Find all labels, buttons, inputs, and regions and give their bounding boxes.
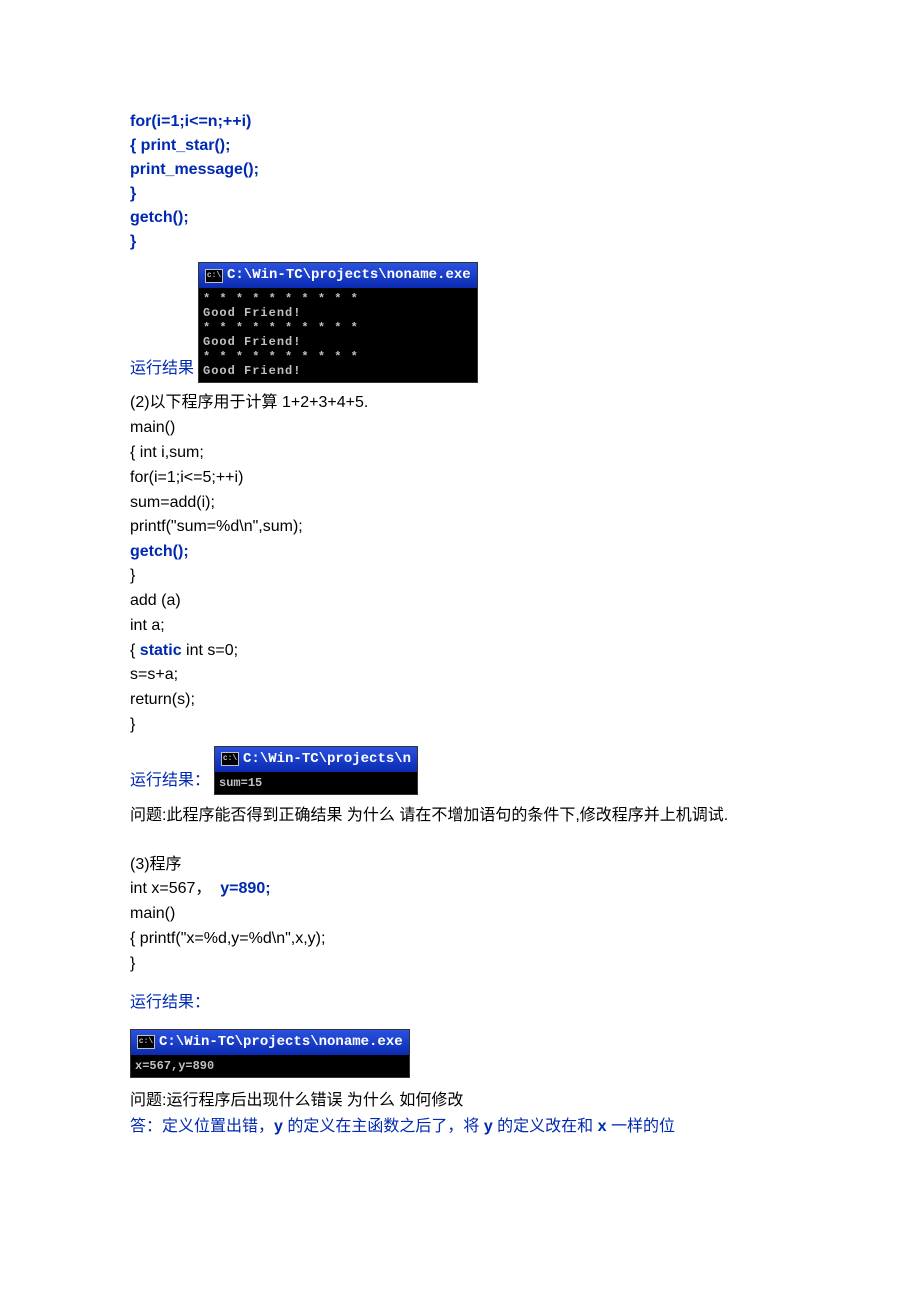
answer-mid: 的定义在主函数之后了，将 (283, 1118, 484, 1135)
code-line: add (a) (130, 589, 790, 614)
code-line: for(i=1;i<=n;++i) (130, 110, 790, 134)
static-suffix: int s=0; (182, 642, 238, 659)
section-3: (3)程序 int x=567， y=890; main() { printf(… (130, 853, 790, 977)
code-block-1: for(i=1;i<=n;++i) { print_star(); print_… (130, 110, 790, 254)
result-row-2: 运行结果： c:\ C:\Win-TC\projects\n sum=15 (130, 746, 790, 795)
console-titlebar: c:\ C:\Win-TC\projects\noname.exe (199, 263, 477, 288)
code-line: { print_star(); (130, 134, 790, 158)
answer-prefix: 答：定义位置出错， (130, 1118, 274, 1135)
code-line: print_message(); (130, 158, 790, 182)
answer-suffix: 一样的位 (607, 1118, 675, 1135)
console-window-2: c:\ C:\Win-TC\projects\n sum=15 (214, 746, 418, 795)
console-window-3: c:\ C:\Win-TC\projects\noname.exe x=567,… (130, 1029, 410, 1078)
code-line-static: { static int s=0; (130, 639, 790, 664)
code-line: } (130, 564, 790, 589)
code-line: main() (130, 902, 790, 927)
code-line: return(s); (130, 688, 790, 713)
code-line: } (130, 713, 790, 738)
console-titlebar: c:\ C:\Win-TC\projects\noname.exe (131, 1030, 409, 1055)
static-prefix: { (130, 642, 140, 659)
code-line: getch(); (130, 540, 790, 564)
code-line: } (130, 952, 790, 977)
section-intro: (2)以下程序用于计算 1+2+3+4+5. (130, 391, 790, 416)
console-title: C:\Win-TC\projects\noname.exe (227, 265, 471, 286)
var-x: int x=567， (130, 880, 211, 897)
var-y: y=890; (220, 880, 270, 897)
code-line: getch(); (130, 206, 790, 230)
code-line: } (130, 230, 790, 254)
console-body: * * * * * * * * * * Good Friend! * * * *… (199, 288, 477, 382)
console-title: C:\Win-TC\projects\n (243, 749, 411, 770)
code-line: int a; (130, 614, 790, 639)
code-line: main() (130, 416, 790, 441)
answer-x: x (598, 1118, 607, 1135)
result-label: 运行结果： (130, 769, 210, 795)
question-3: 问题:运行程序后出现什么错误 为什么 如何修改 (130, 1088, 790, 1114)
cmd-icon: c:\ (221, 752, 239, 766)
result-row-1: 运行结果 c:\ C:\Win-TC\projects\noname.exe *… (130, 262, 790, 383)
console-title: C:\Win-TC\projects\noname.exe (159, 1032, 403, 1053)
code-line: } (130, 182, 790, 206)
answer-3: 答：定义位置出错，y 的定义在主函数之后了，将 y 的定义改在和 x 一样的位 (130, 1114, 790, 1140)
static-keyword: static (140, 642, 182, 659)
code-line: printf("sum=%d\n",sum); (130, 515, 790, 540)
section-intro: (3)程序 (130, 853, 790, 878)
console-body: x=567,y=890 (131, 1055, 409, 1077)
code-line-vars: int x=567， y=890; (130, 877, 790, 902)
code-line: for(i=1;i<=5;++i) (130, 466, 790, 491)
answer-y1: y (274, 1118, 283, 1135)
result-label: 运行结果： (130, 991, 790, 1015)
console-window-1: c:\ C:\Win-TC\projects\noname.exe * * * … (198, 262, 478, 383)
code-line: sum=add(i); (130, 491, 790, 516)
console-titlebar: c:\ C:\Win-TC\projects\n (215, 747, 417, 772)
question-2: 问题:此程序能否得到正确结果 为什么 请在不增加语句的条件下,修改程序并上机调试… (130, 803, 790, 829)
code-line: s=s+a; (130, 663, 790, 688)
code-line: { int i,sum; (130, 441, 790, 466)
cmd-icon: c:\ (137, 1035, 155, 1049)
code-line: { printf("x=%d,y=%d\n",x,y); (130, 927, 790, 952)
result-label: 运行结果 (130, 357, 194, 383)
answer-mid2: 的定义改在和 (493, 1118, 598, 1135)
document-page: for(i=1;i<=n;++i) { print_star(); print_… (0, 0, 920, 1179)
console-body: sum=15 (215, 772, 417, 794)
section-2: (2)以下程序用于计算 1+2+3+4+5. main() { int i,su… (130, 391, 790, 737)
cmd-icon: c:\ (205, 269, 223, 283)
answer-y2: y (484, 1118, 493, 1135)
